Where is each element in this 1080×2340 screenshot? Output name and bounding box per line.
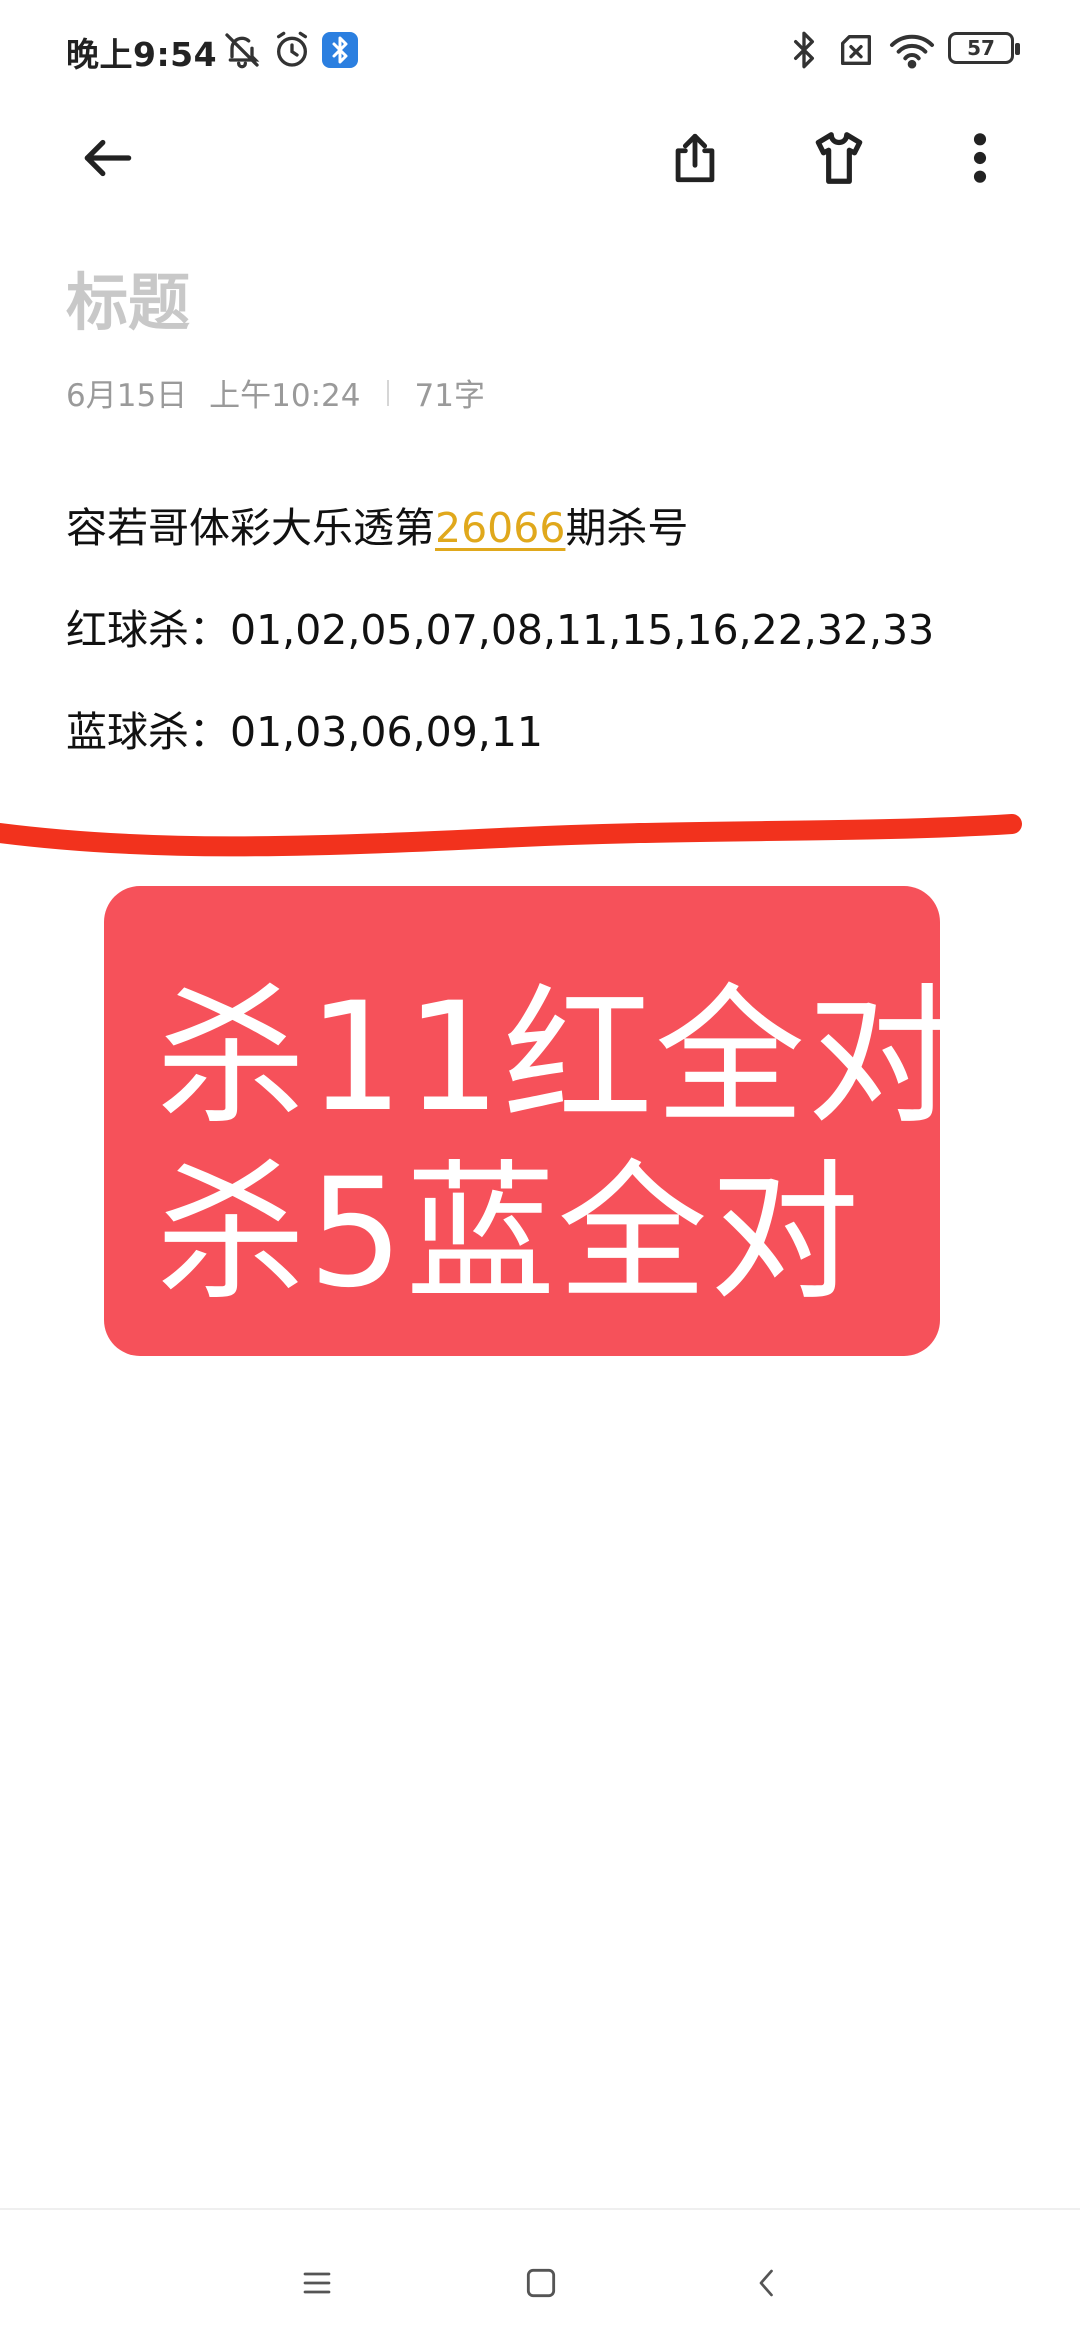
status-time: 晚上9:54 [66, 35, 218, 74]
bell-off-icon [222, 30, 262, 70]
status-bar: 晚上9:54 57 [0, 0, 1080, 100]
home-square-icon [522, 2264, 560, 2306]
line1-prefix: 容若哥体彩大乐透第 [66, 504, 435, 552]
line1-suffix: 期杀号 [565, 504, 689, 552]
note-date: 6月15日 [66, 378, 188, 414]
theme-shirt-icon [808, 127, 870, 193]
note-meta: 6月15日 上午10:24 71字 [66, 370, 485, 415]
meta-divider [386, 379, 389, 406]
menu-icon [299, 2265, 335, 2305]
notes-screen: 晚上9:54 57 标题 6月15日 上午10:24 71字 容若哥体彩大乐透第… [0, 0, 1080, 2340]
note-title-input[interactable]: 标题 [66, 252, 190, 342]
home-button[interactable] [496, 2240, 586, 2330]
more-options-button[interactable] [938, 118, 1022, 202]
battery-level: 57 [967, 36, 995, 60]
bluetooth-icon [784, 30, 824, 70]
red-underline-stroke [0, 814, 1022, 857]
alarm-icon [272, 30, 312, 70]
system-back-button[interactable] [722, 2240, 812, 2330]
note-time: 上午10:24 [209, 378, 361, 414]
result-line-blue: 杀5蓝全对 [156, 1147, 862, 1321]
nav-divider [0, 2208, 1080, 2210]
theme-button[interactable] [797, 118, 881, 202]
note-toolbar [0, 110, 1080, 210]
result-image-card[interactable]: 杀11红全对 杀5蓝全对 [104, 886, 957, 1356]
more-vertical-icon [970, 130, 990, 190]
share-icon [666, 129, 724, 191]
back-arrow-icon [77, 127, 139, 193]
back-button[interactable] [66, 118, 150, 202]
share-button[interactable] [653, 118, 737, 202]
bluetooth-app-icon [322, 32, 358, 68]
recent-apps-button[interactable] [272, 2240, 362, 2330]
battery-icon: 57 [948, 32, 1020, 64]
wifi-icon [888, 30, 936, 70]
note-body-line-3[interactable]: 蓝球杀：01,03,06,09,11 [66, 698, 543, 758]
back-chevron-icon [749, 2265, 785, 2305]
note-body-line-1[interactable]: 容若哥体彩大乐透第26066期杀号 [66, 494, 688, 554]
note-word-count: 71字 [414, 378, 485, 414]
note-body-line-2[interactable]: 红球杀：01,02,05,07,08,11,15,16,22,32,33 [66, 596, 934, 656]
no-sim-icon [836, 30, 876, 70]
issue-number-link[interactable]: 26066 [435, 504, 565, 552]
